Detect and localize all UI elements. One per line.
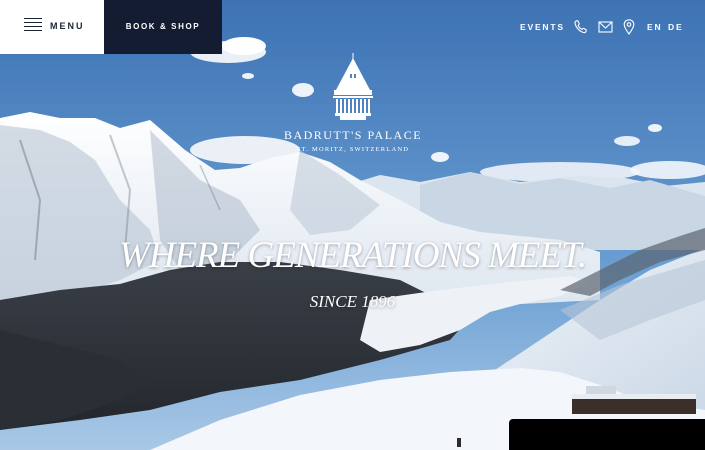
menu-label: MENU — [50, 21, 85, 31]
language-de[interactable]: DE — [668, 17, 683, 37]
location-pin-icon[interactable] — [623, 17, 635, 37]
brand-name: BADRUTT'S PALACE — [283, 128, 423, 142]
book-and-shop-button[interactable]: BOOK & SHOP — [104, 0, 222, 54]
mail-icon[interactable] — [598, 17, 613, 37]
hero-headline: WHERE GENERATIONS MEET. — [118, 235, 587, 276]
book-and-shop-label: BOOK & SHOP — [125, 22, 201, 31]
brand-logo[interactable]: BADRUTT'S PALACE ST. MORITZ, SWITZERLAND — [283, 52, 423, 162]
events-link[interactable]: EVENTS — [520, 17, 565, 37]
menu-button[interactable]: MENU — [0, 0, 104, 54]
brand-location: ST. MORITZ, SWITZERLAND — [296, 146, 410, 153]
chat-widget-placeholder[interactable] — [509, 419, 705, 450]
page: MENU BOOK & SHOP EVENTS EN DE BADRUTT'S … — [0, 0, 705, 450]
hamburger-icon — [24, 18, 42, 34]
phone-icon[interactable] — [573, 17, 587, 37]
palace-tower-icon — [333, 53, 373, 120]
language-en[interactable]: EN — [647, 17, 662, 37]
top-navigation: MENU BOOK & SHOP EVENTS EN DE — [0, 0, 705, 54]
hero-subheadline: SINCE 1896 — [309, 292, 396, 311]
